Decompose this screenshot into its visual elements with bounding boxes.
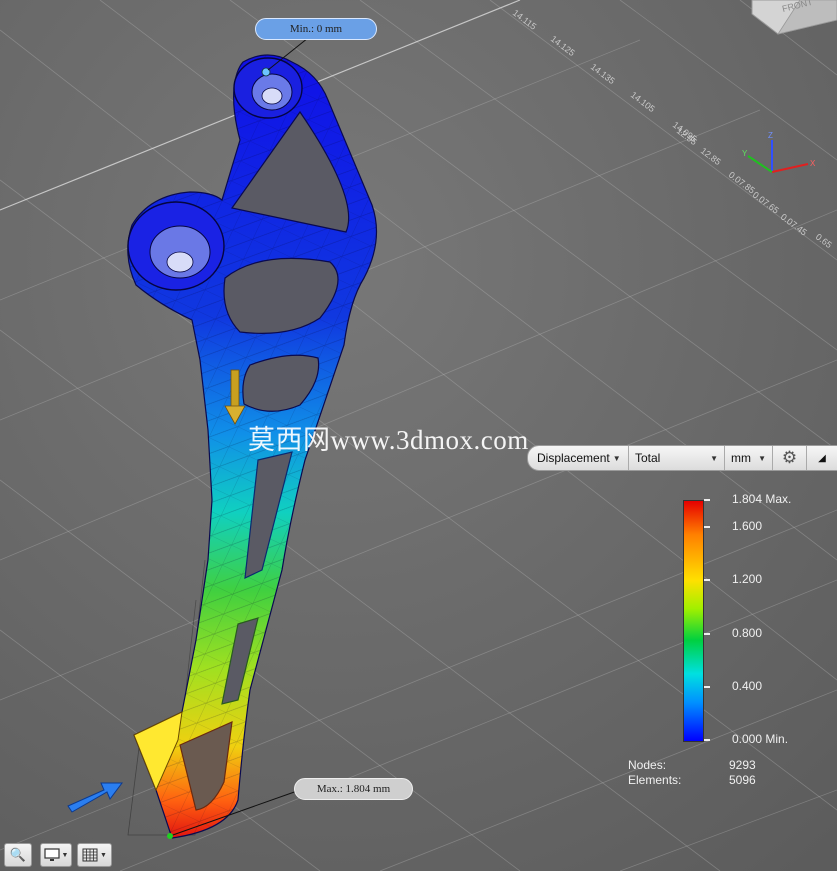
result-type-dropdown[interactable]: Displacement ▼ bbox=[528, 446, 629, 470]
legend-tick bbox=[704, 499, 710, 501]
nodes-value: 9293 bbox=[729, 758, 756, 772]
zoom-button[interactable]: 🔍 bbox=[4, 843, 32, 867]
legend-tick bbox=[704, 685, 710, 688]
result-settings-button[interactable]: ⚙ bbox=[773, 446, 807, 470]
chevron-down-icon: ▼ bbox=[612, 453, 621, 463]
nodes-label: Nodes: bbox=[628, 758, 667, 772]
svg-text:Z: Z bbox=[768, 131, 773, 140]
gear-icon: ⚙ bbox=[781, 448, 798, 467]
legend-color-bar bbox=[683, 500, 704, 742]
svg-text:Y: Y bbox=[742, 149, 748, 158]
result-unit-label: mm bbox=[731, 451, 751, 465]
result-toolbar: Displacement ▼ Total ▼ mm ▼ ⚙ ◢ bbox=[527, 445, 837, 471]
display-settings-button[interactable]: ▼ bbox=[40, 843, 72, 867]
watermark-text: 莫西网www.3dmox.com bbox=[248, 425, 529, 455]
legend-tick bbox=[704, 739, 710, 741]
chevron-down-icon: ▼ bbox=[61, 851, 69, 859]
elements-label: Elements: bbox=[628, 773, 682, 787]
legend-label: 1.804 Max. bbox=[732, 492, 792, 506]
result-component-dropdown[interactable]: Total ▼ bbox=[629, 446, 725, 470]
legend-label: 1.200 bbox=[732, 572, 763, 587]
legend-label: 0.400 bbox=[732, 678, 763, 693]
grid-icon bbox=[82, 848, 98, 862]
result-component-label: Total bbox=[635, 451, 661, 465]
legend-label: 0.800 bbox=[732, 625, 763, 640]
legend-label: 1.600 bbox=[732, 519, 763, 534]
result-type-label: Displacement bbox=[537, 451, 610, 465]
legend-label: 0.000 Min. bbox=[732, 732, 789, 746]
grid-settings-button[interactable]: ▼ bbox=[77, 843, 112, 867]
svg-text:X: X bbox=[810, 159, 816, 168]
chevron-down-icon: ▼ bbox=[710, 453, 718, 463]
chevron-down-icon: ▼ bbox=[100, 851, 107, 859]
monitor-icon bbox=[43, 848, 60, 861]
toolbar-collapse-button[interactable]: ◢ bbox=[807, 446, 837, 470]
min-result-callout[interactable]: Min.: 0 mm bbox=[255, 18, 377, 40]
legend-tick bbox=[704, 526, 710, 529]
result-legend: 1.804 Max. 1.600 1.200 0.800 0.400 0.000 Min.… bbox=[620, 490, 820, 790]
chevron-down-icon: ▼ bbox=[758, 453, 766, 463]
max-result-callout[interactable]: Max.: 1.804 mm bbox=[294, 778, 413, 800]
legend-tick bbox=[704, 579, 710, 582]
legend-tick bbox=[704, 632, 710, 635]
elements-value: 5096 bbox=[729, 773, 756, 787]
magnifier-icon: 🔍 bbox=[9, 847, 27, 862]
result-unit-dropdown[interactable]: mm ▼ bbox=[725, 446, 773, 470]
max-probe-marker bbox=[167, 833, 173, 839]
collapse-triangle-icon: ◢ bbox=[818, 452, 826, 464]
